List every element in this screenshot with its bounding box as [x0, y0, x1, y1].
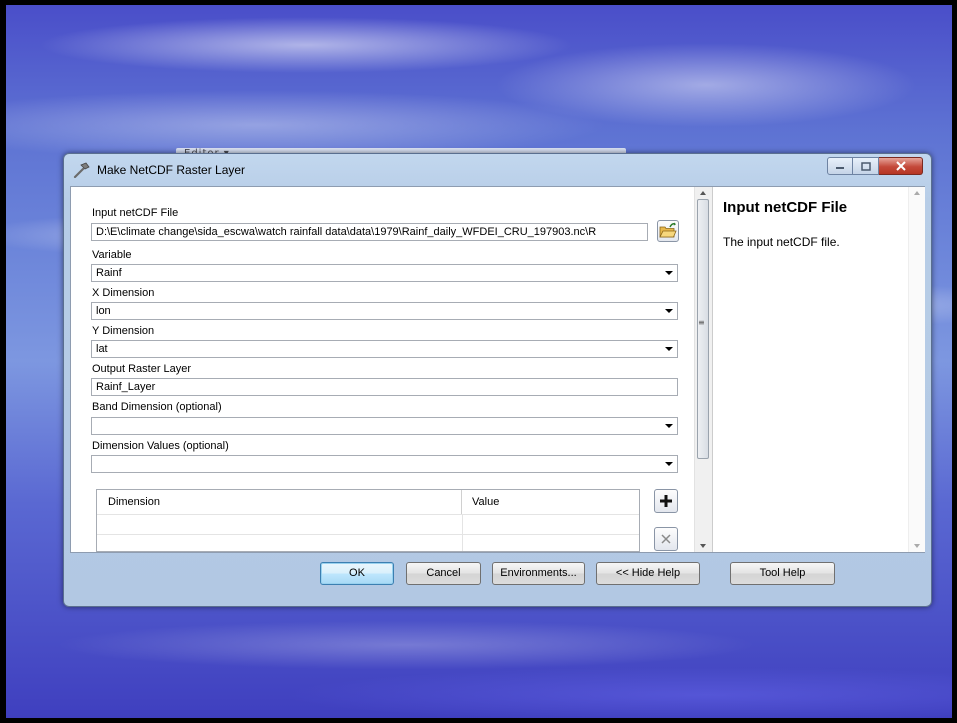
help-text: The input netCDF file.	[723, 235, 840, 249]
title-bar[interactable]: Make NetCDF Raster Layer	[64, 154, 931, 186]
slide-background: Editor ▾ Make NetCDF Raster Layer	[6, 5, 952, 718]
variable-value: Rainf	[96, 267, 122, 279]
dimension-values-label: Dimension Values (optional)	[92, 440, 229, 452]
band-dimension-dropdown[interactable]	[91, 417, 678, 435]
dropdown-arrow-icon	[665, 347, 673, 351]
grip-icon: ≡	[698, 318, 705, 327]
output-layer-field[interactable]: Rainf_Layer	[91, 378, 678, 396]
scroll-down-icon[interactable]	[914, 544, 920, 548]
browse-button[interactable]	[657, 220, 679, 242]
minimize-icon	[836, 167, 844, 169]
close-button[interactable]	[879, 157, 923, 175]
dropdown-arrow-icon	[665, 271, 673, 275]
scroll-up-icon[interactable]	[700, 191, 706, 195]
x-dimension-value: lon	[96, 305, 111, 317]
dropdown-arrow-icon	[665, 462, 673, 466]
variable-dropdown[interactable]: Rainf	[91, 264, 678, 282]
dimension-values-table: Dimension Value	[96, 489, 640, 552]
table-row[interactable]	[97, 514, 639, 535]
y-dimension-label: Y Dimension	[92, 325, 155, 337]
close-icon	[895, 161, 906, 171]
y-dimension-value: lat	[96, 343, 108, 355]
help-title: Input netCDF File	[723, 199, 848, 216]
help-scrollbar[interactable]	[908, 187, 925, 552]
button-bar: OK Cancel Environments... << Hide Help T…	[64, 551, 931, 606]
ok-button[interactable]: OK	[320, 562, 394, 585]
dropdown-arrow-icon	[665, 309, 673, 313]
y-dimension-dropdown[interactable]: lat	[91, 340, 678, 358]
table-row[interactable]	[97, 534, 639, 551]
column-header-value[interactable]: Value	[462, 490, 639, 514]
input-file-field[interactable]: D:\E\climate change\sida_escwa\watch rai…	[91, 223, 648, 241]
hide-help-button[interactable]: << Hide Help	[596, 562, 700, 585]
variable-label: Variable	[92, 249, 132, 261]
remove-icon	[661, 534, 671, 544]
column-header-dimension[interactable]: Dimension	[97, 490, 462, 514]
dimension-values-dropdown[interactable]	[91, 455, 678, 473]
input-file-label: Input netCDF File	[92, 207, 179, 219]
make-netcdf-raster-layer-dialog: Make NetCDF Raster Layer Input netCDF Fi…	[63, 153, 932, 607]
output-layer-label: Output Raster Layer	[92, 363, 192, 375]
band-dimension-label: Band Dimension (optional)	[92, 401, 222, 413]
add-icon	[660, 495, 672, 507]
parameters-pane: Input netCDF File D:\E\climate change\si…	[71, 187, 694, 552]
open-folder-icon	[659, 222, 677, 238]
maximize-button[interactable]	[853, 157, 879, 175]
scroll-up-icon[interactable]	[914, 191, 920, 195]
x-dimension-dropdown[interactable]: lon	[91, 302, 678, 320]
caption-buttons	[827, 157, 923, 175]
hammer-icon	[73, 162, 90, 178]
add-row-button[interactable]	[654, 489, 678, 513]
maximize-icon	[860, 161, 871, 171]
tool-help-button[interactable]: Tool Help	[730, 562, 835, 585]
x-dimension-label: X Dimension	[92, 287, 155, 299]
environments-button[interactable]: Environments...	[492, 562, 585, 585]
parameters-scrollbar[interactable]: ≡	[694, 187, 712, 552]
remove-row-button[interactable]	[654, 527, 678, 551]
dialog-content: Input netCDF File D:\E\climate change\si…	[70, 186, 925, 553]
scrollbar-thumb[interactable]	[697, 199, 709, 459]
help-pane: Input netCDF File The input netCDF file.	[712, 187, 909, 552]
scroll-down-icon[interactable]	[700, 544, 706, 548]
dialog-title: Make NetCDF Raster Layer	[97, 163, 246, 177]
minimize-button[interactable]	[827, 157, 853, 175]
dropdown-arrow-icon	[665, 424, 673, 428]
cancel-button[interactable]: Cancel	[406, 562, 481, 585]
